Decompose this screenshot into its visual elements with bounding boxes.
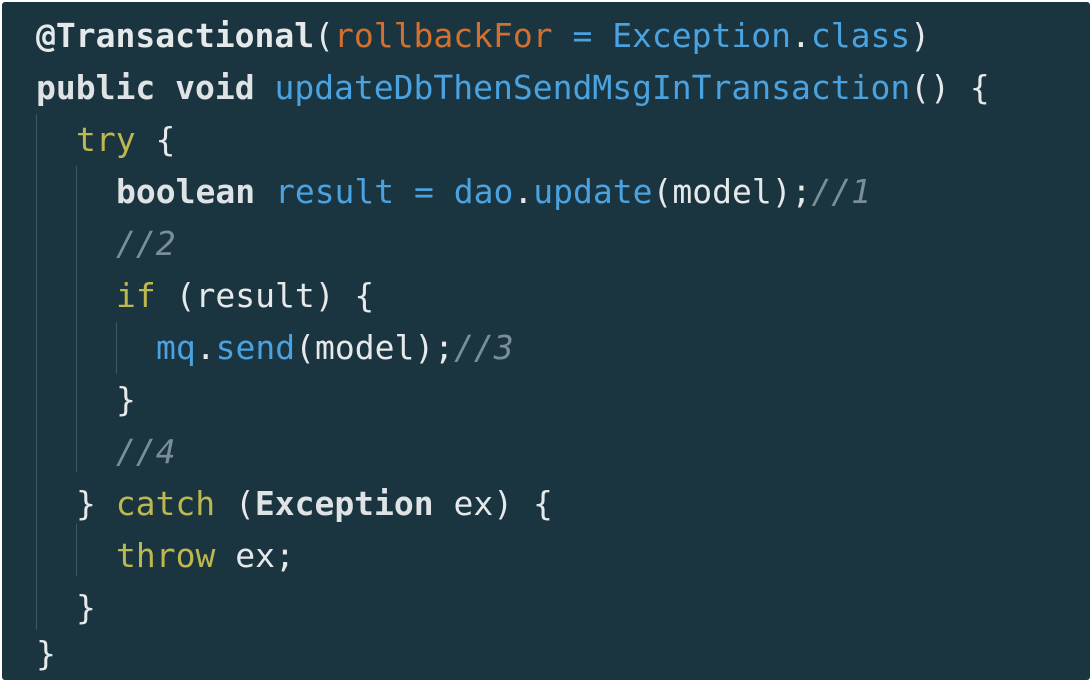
keyword: catch: [115, 484, 216, 523]
punctuation: }: [76, 484, 116, 523]
method-call: send: [215, 328, 296, 367]
punctuation: }: [76, 588, 96, 627]
annotation-parameter: rollbackFor: [334, 16, 553, 55]
exception-type: Exception: [254, 484, 434, 523]
indent-guide-catch: [76, 524, 77, 576]
code-line-7[interactable]: mq.send(model);//3: [156, 322, 514, 374]
punctuation: (: [314, 16, 335, 55]
punctuation: }: [36, 634, 56, 673]
punctuation: (: [215, 484, 255, 523]
indent-guide-method: [36, 114, 37, 630]
keyword: try: [76, 120, 136, 159]
class-keyword: class: [810, 16, 911, 55]
code-line-3[interactable]: try {: [76, 114, 175, 166]
punctuation: ex;: [215, 536, 295, 575]
indent-guide-try: [76, 166, 77, 472]
punctuation: }: [116, 380, 136, 419]
comment: //4: [116, 432, 176, 471]
punctuation: .: [513, 172, 534, 211]
code-line-9[interactable]: //4: [116, 426, 176, 478]
punctuation: (model);: [652, 172, 812, 211]
comment: //1: [811, 172, 872, 211]
code-line-2[interactable]: public void updateDbThenSendMsgInTransac…: [36, 62, 990, 114]
punctuation: (model);: [295, 328, 455, 367]
code-editor[interactable]: @Transactional(rollbackFor = Exception.c…: [2, 2, 1090, 680]
indent-guide-if: [116, 322, 117, 374]
class-reference: Exception: [612, 16, 791, 55]
method-call: update: [533, 172, 653, 211]
punctuation: .: [195, 328, 216, 367]
object-reference: dao: [453, 172, 514, 211]
object-reference: mq: [156, 328, 196, 367]
keyword: public: [36, 68, 156, 107]
code-line-5[interactable]: //2: [116, 218, 176, 270]
comment: //2: [116, 224, 176, 263]
code-line-11[interactable]: throw ex;: [116, 530, 295, 582]
keyword: if: [116, 276, 156, 315]
operator: =: [552, 16, 613, 55]
punctuation: ): [910, 16, 931, 55]
keyword: throw: [116, 536, 216, 575]
punctuation: .: [791, 16, 811, 55]
code-line-8[interactable]: }: [116, 374, 136, 426]
operator: =: [394, 172, 454, 211]
code-line-4[interactable]: boolean result = dao.update(model);//1: [116, 166, 871, 218]
punctuation: {: [135, 120, 176, 159]
code-line-12[interactable]: }: [76, 582, 96, 634]
code-line-10[interactable]: } catch (Exception ex) {: [76, 478, 553, 530]
annotation: @Transactional: [36, 16, 315, 55]
type-keyword: boolean: [116, 172, 256, 211]
code-line-6[interactable]: if (result) {: [116, 270, 374, 322]
punctuation: (result) {: [155, 276, 375, 315]
code-line-13[interactable]: }: [36, 628, 56, 680]
punctuation: () {: [910, 68, 990, 107]
comment: //3: [454, 328, 514, 367]
keyword: void: [175, 68, 255, 107]
variable: result: [274, 172, 395, 211]
punctuation: ex) {: [433, 484, 553, 523]
code-line-1[interactable]: @Transactional(rollbackFor = Exception.c…: [36, 10, 930, 62]
method-name: updateDbThenSendMsgInTransaction: [274, 68, 911, 107]
